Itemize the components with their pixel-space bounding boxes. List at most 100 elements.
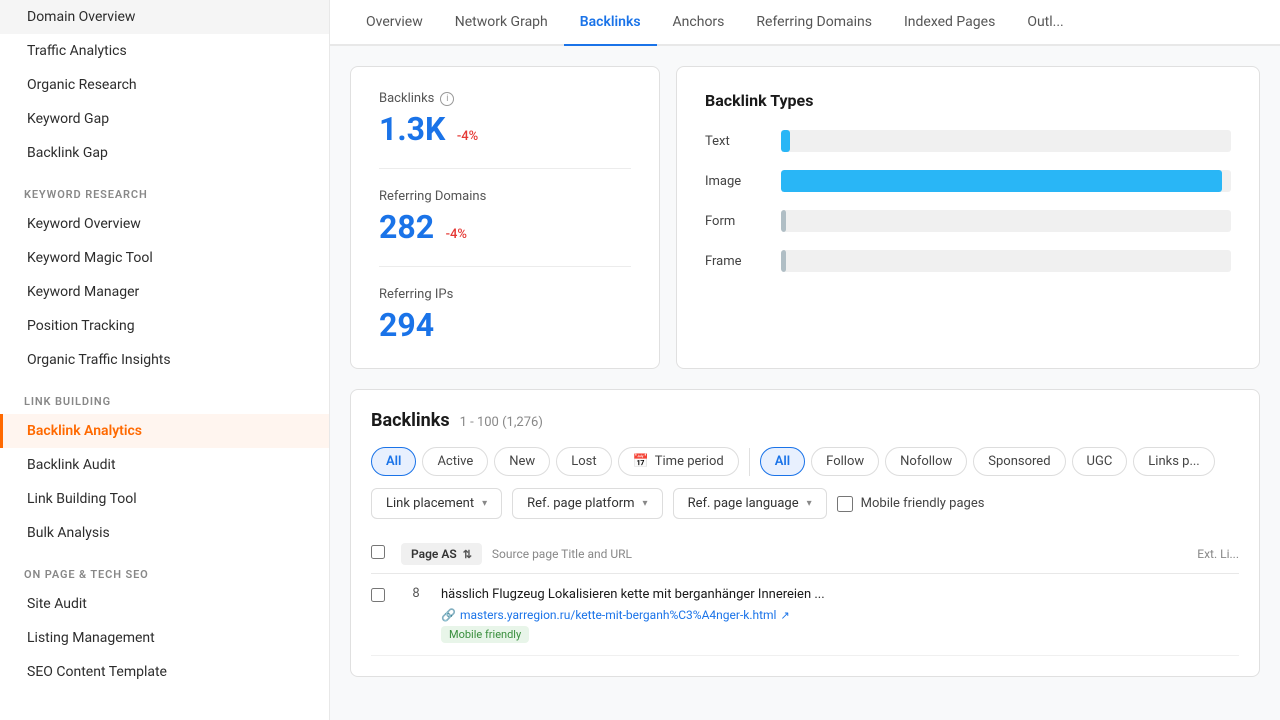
filter-links-p[interactable]: Links p... (1133, 447, 1214, 476)
bt-bar-form (781, 210, 786, 232)
col-header-ext-li: Ext. Li... (1197, 547, 1239, 561)
sidebar: Domain Overview Traffic Analytics Organi… (0, 0, 330, 720)
filter-ugc[interactable]: UGC (1072, 447, 1128, 476)
tab-overview[interactable]: Overview (350, 0, 439, 46)
backlink-type-bars: Text Image Form Frame (705, 130, 1231, 272)
filter-follow[interactable]: Follow (811, 447, 879, 476)
sidebar-item-label: SEO Content Template (27, 664, 167, 680)
chevron-down-icon: ▾ (643, 498, 648, 509)
sidebar-item-label: Backlink Audit (27, 457, 116, 473)
row-url[interactable]: 🔗 masters.yarregion.ru/kette-mit-berganh… (441, 608, 1239, 622)
stat-referring-ips-label: Referring IPs (379, 287, 631, 302)
bt-label-frame: Frame (705, 254, 765, 269)
tab-referring-domains[interactable]: Referring Domains (740, 0, 888, 46)
filter-sponsored[interactable]: Sponsored (973, 447, 1065, 476)
stat-referring-domains-value: 282 (379, 208, 434, 246)
backlinks-section: Backlinks 1 - 100 (1,276) All Active New… (350, 389, 1260, 677)
filter-all-1[interactable]: All (371, 447, 416, 476)
col-header-source: Source page Title and URL (492, 547, 1187, 561)
bt-row-text: Text (705, 130, 1231, 152)
sidebar-item-label: Keyword Overview (27, 216, 141, 232)
chevron-down-icon: ▾ (482, 498, 487, 509)
backlinks-section-title: Backlinks (371, 410, 450, 431)
stat-referring-domains-change: -4% (446, 227, 467, 242)
mobile-friendly-checkbox[interactable] (837, 496, 853, 512)
stat-backlinks-value-row: 1.3K -4% (379, 110, 631, 148)
sidebar-item-seo-content-template[interactable]: SEO Content Template (0, 655, 329, 689)
sidebar-section-label-on-page: ON PAGE & TECH SEO (0, 550, 329, 587)
filter-time-period[interactable]: 📅 Time period (618, 447, 739, 476)
tab-outl[interactable]: Outl... (1011, 0, 1079, 46)
tab-anchors[interactable]: Anchors (657, 0, 741, 46)
tab-backlinks[interactable]: Backlinks (564, 0, 657, 46)
bt-bar-text (781, 130, 790, 152)
dropdown-row: Link placement ▾ Ref. page platform ▾ Re… (371, 488, 1239, 519)
filter-divider (749, 448, 750, 476)
sidebar-item-label: Keyword Magic Tool (27, 250, 153, 266)
backlink-types-card: Backlink Types Text Image Form Frame (676, 66, 1260, 369)
row-source: hässlich Flugzeug Lokalisieren kette mit… (441, 586, 1239, 643)
col-header-page-as[interactable]: Page AS ⇅ (401, 543, 482, 565)
table-row: 8 hässlich Flugzeug Lokalisieren kette m… (371, 574, 1239, 656)
filter-active[interactable]: Active (422, 447, 488, 476)
sidebar-item-label: Keyword Gap (27, 111, 109, 127)
filter-all-2[interactable]: All (760, 447, 805, 476)
content-area: Backlinks i 1.3K -4% Referring Domains 2… (330, 46, 1280, 720)
backlinks-info-icon[interactable]: i (440, 92, 454, 106)
sidebar-item-organic-research[interactable]: Organic Research (0, 68, 329, 102)
dropdown-ref-page-language[interactable]: Ref. page language ▾ (673, 488, 827, 519)
mobile-friendly-badge: Mobile friendly (441, 626, 529, 643)
sidebar-item-keyword-gap[interactable]: Keyword Gap (0, 102, 329, 136)
bt-bar-image (781, 170, 1222, 192)
sidebar-item-label: Backlink Analytics (27, 423, 142, 439)
link-icon: 🔗 (441, 608, 456, 622)
sidebar-section-top: Domain Overview Traffic Analytics Organi… (0, 0, 329, 170)
external-link-icon: ↗ (780, 609, 789, 622)
dropdown-ref-page-platform[interactable]: Ref. page platform ▾ (512, 488, 662, 519)
sidebar-item-label: Traffic Analytics (27, 43, 127, 59)
tab-indexed-pages[interactable]: Indexed Pages (888, 0, 1011, 46)
top-nav: Overview Network Graph Backlinks Anchors… (330, 0, 1280, 46)
sidebar-item-keyword-overview[interactable]: Keyword Overview (0, 207, 329, 241)
filter-new[interactable]: New (494, 447, 550, 476)
table-header: Page AS ⇅ Source page Title and URL Ext.… (371, 535, 1239, 574)
top-row: Backlinks i 1.3K -4% Referring Domains 2… (350, 66, 1260, 369)
sidebar-section-keyword-research: KEYWORD RESEARCH Keyword Overview Keywor… (0, 170, 329, 377)
sidebar-item-keyword-manager[interactable]: Keyword Manager (0, 275, 329, 309)
sidebar-item-backlink-analytics[interactable]: Backlink Analytics (0, 414, 329, 448)
sidebar-item-backlink-audit[interactable]: Backlink Audit (0, 448, 329, 482)
sidebar-item-label: Organic Traffic Insights (27, 352, 171, 368)
main-panel: Overview Network Graph Backlinks Anchors… (330, 0, 1280, 720)
sidebar-item-site-audit[interactable]: Site Audit (0, 587, 329, 621)
sidebar-item-listing-management[interactable]: Listing Management (0, 621, 329, 655)
sidebar-item-domain-overview[interactable]: Domain Overview (0, 0, 329, 34)
sidebar-item-label: Domain Overview (27, 9, 135, 25)
sidebar-item-organic-traffic-insights[interactable]: Organic Traffic Insights (0, 343, 329, 377)
bt-row-frame: Frame (705, 250, 1231, 272)
sidebar-item-position-tracking[interactable]: Position Tracking (0, 309, 329, 343)
chevron-down-icon: ▾ (807, 498, 812, 509)
filter-lost[interactable]: Lost (556, 447, 611, 476)
sidebar-item-link-building-tool[interactable]: Link Building Tool (0, 482, 329, 516)
row-checkbox[interactable] (371, 588, 385, 602)
mobile-friendly-checkbox-label[interactable]: Mobile friendly pages (837, 496, 985, 512)
backlink-types-title: Backlink Types (705, 91, 1231, 110)
sidebar-item-backlink-gap[interactable]: Backlink Gap (0, 136, 329, 170)
bt-row-form: Form (705, 210, 1231, 232)
sidebar-item-keyword-magic-tool[interactable]: Keyword Magic Tool (0, 241, 329, 275)
stat-referring-ips-value: 294 (379, 306, 434, 344)
sidebar-item-bulk-analysis[interactable]: Bulk Analysis (0, 516, 329, 550)
select-all-checkbox[interactable] (371, 545, 385, 559)
tab-network-graph[interactable]: Network Graph (439, 0, 564, 46)
sidebar-item-label: Site Audit (27, 596, 87, 612)
stats-card: Backlinks i 1.3K -4% Referring Domains 2… (350, 66, 660, 369)
stat-referring-domains: Referring Domains 282 -4% (379, 189, 631, 267)
filter-nofollow[interactable]: Nofollow (885, 447, 967, 476)
dropdown-link-placement[interactable]: Link placement ▾ (371, 488, 502, 519)
sidebar-item-traffic-analytics[interactable]: Traffic Analytics (0, 34, 329, 68)
bt-label-image: Image (705, 174, 765, 189)
sidebar-section-label-link-building: LINK BUILDING (0, 377, 329, 414)
sidebar-item-label: Organic Research (27, 77, 137, 93)
sidebar-item-label: Position Tracking (27, 318, 135, 334)
filter-row-1: All Active New Lost 📅 Time period All Fo… (371, 447, 1239, 476)
